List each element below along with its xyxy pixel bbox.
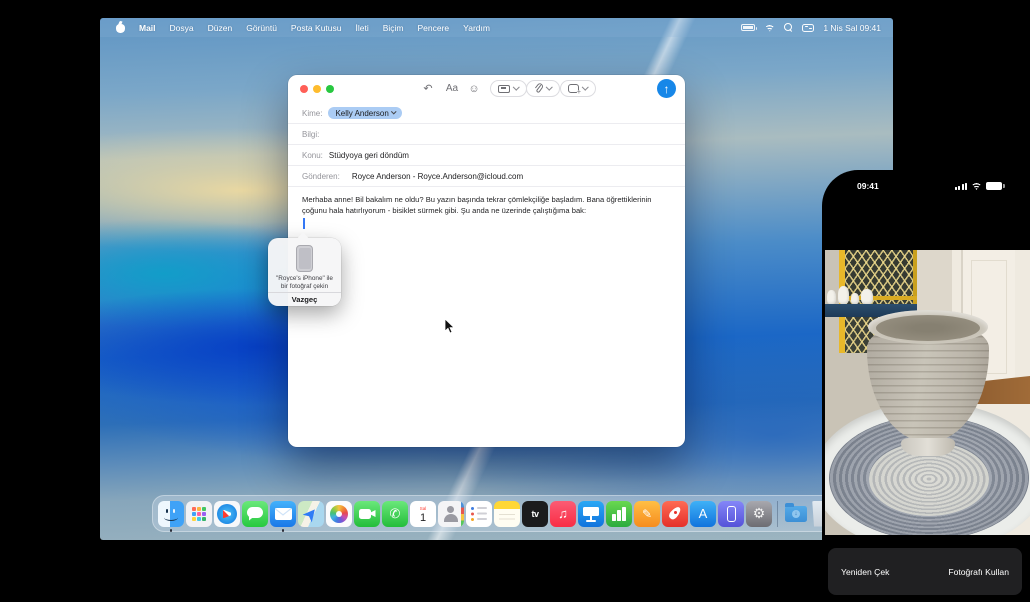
dock-pages-icon[interactable]: ✎ — [634, 501, 660, 527]
iphone-device: 09:41 Yeniden Çek F — [822, 170, 1030, 602]
dock-rocket-app-icon[interactable] — [662, 501, 688, 527]
undo-icon[interactable]: ↶ — [420, 81, 436, 97]
dock-app-store-icon[interactable]: A — [690, 501, 716, 527]
battery-icon — [986, 182, 1002, 190]
recipient-name: Kelly Anderson — [335, 109, 388, 118]
apple-menu-icon[interactable] — [116, 22, 125, 33]
to-field[interactable]: Kime: Kelly Anderson — [288, 103, 685, 124]
chevron-down-icon — [391, 109, 396, 114]
from-field[interactable]: Gönderen: Royce Anderson - Royce.Anderso… — [288, 166, 685, 187]
zoom-button[interactable] — [326, 85, 334, 93]
emoji-icon[interactable]: ☺ — [466, 81, 482, 97]
menu-bicim[interactable]: Biçim — [383, 23, 404, 33]
control-center-icon[interactable] — [802, 24, 814, 32]
menu-posta-kutusu[interactable]: Posta Kutusu — [291, 23, 342, 33]
cc-field[interactable]: Bilgi: — [288, 124, 685, 145]
iphone-icon — [296, 245, 313, 272]
battery-icon[interactable] — [741, 24, 755, 31]
dock-messages-icon[interactable] — [242, 501, 268, 527]
menu-dosya[interactable]: Dosya — [170, 23, 194, 33]
calendar-day: 1 — [420, 512, 426, 524]
header-fields-icon — [498, 85, 510, 93]
chevron-down-icon — [582, 84, 588, 90]
menu-ileti[interactable]: İleti — [355, 23, 368, 33]
desktop-composite: Mail Dosya Düzen Görüntü Posta Kutusu İl… — [0, 0, 1030, 602]
close-button[interactable] — [300, 85, 308, 93]
pottery-shelf-items — [825, 278, 881, 304]
menu-yardim[interactable]: Yardım — [463, 23, 490, 33]
menu-bar: Mail Dosya Düzen Görüntü Posta Kutusu İl… — [100, 18, 893, 37]
subject-label: Konu: — [302, 151, 323, 160]
menu-goruntu[interactable]: Görüntü — [246, 23, 277, 33]
dock-finder-icon[interactable] — [158, 501, 184, 527]
popover-line2: bir fotoğraf çekin — [268, 283, 341, 291]
paperclip-icon — [534, 83, 543, 94]
popover-text: "Royce's iPhone" ile bir fotoğraf çekin — [268, 275, 341, 291]
dock-iphone-mirroring-icon[interactable] — [718, 501, 744, 527]
insert-photo-icon — [568, 84, 579, 93]
dock-phone-icon[interactable]: ✆ — [382, 501, 408, 527]
dock-reminders-icon[interactable] — [466, 501, 492, 527]
from-label: Gönderen: — [302, 172, 340, 181]
popover-line1: "Royce's iPhone" ile — [268, 275, 341, 283]
header-fields-button[interactable] — [490, 80, 527, 97]
mail-compose-window: ↶ Aa ☺ ↑ — [288, 75, 685, 447]
camera-action-bar: Yeniden Çek Fotoğrafı Kullan — [828, 548, 1022, 595]
dock-launchpad-icon[interactable] — [186, 501, 212, 527]
menu-pencere[interactable]: Pencere — [418, 23, 450, 33]
wifi-icon[interactable] — [764, 24, 775, 32]
mouse-cursor — [444, 318, 455, 334]
iphone-clock: 09:41 — [857, 181, 879, 191]
dock-tv-icon[interactable]: tv — [522, 501, 548, 527]
format-button[interactable]: Aa — [444, 81, 460, 97]
use-photo-button[interactable]: Fotoğrafı Kullan — [948, 567, 1009, 577]
compose-toolbar: ↶ Aa ☺ ↑ — [288, 75, 685, 103]
menu-duzen[interactable]: Düzen — [208, 23, 233, 33]
dock-contacts-icon[interactable] — [438, 501, 464, 527]
wifi-icon — [971, 182, 982, 190]
dock: ✆ Sal 1 tv ♫ ✎ A ⚙ ↓ — [152, 495, 838, 532]
subject-field[interactable]: Konu: Stüdyoya geri döndüm — [288, 145, 685, 166]
from-value: Royce Anderson - Royce.Anderson@icloud.c… — [352, 172, 523, 181]
dock-numbers-icon[interactable] — [606, 501, 632, 527]
iphone-status-bar: 09:41 — [825, 180, 1030, 194]
recipient-token[interactable]: Kelly Anderson — [328, 107, 402, 119]
dock-maps-icon[interactable] — [298, 501, 324, 527]
cc-label: Bilgi: — [302, 130, 319, 139]
dock-music-icon[interactable]: ♫ — [550, 501, 576, 527]
clay-bowl — [867, 310, 989, 456]
text-caret — [303, 218, 305, 229]
dock-calendar-icon[interactable]: Sal 1 — [410, 501, 436, 527]
send-button[interactable]: ↑ — [657, 79, 676, 98]
search-icon[interactable] — [784, 23, 793, 32]
retake-button[interactable]: Yeniden Çek — [841, 567, 889, 577]
cancel-button[interactable]: Vazgeç — [268, 293, 341, 306]
menu-clock[interactable]: 1 Nis Sal 09:41 — [823, 23, 881, 33]
dock-safari-icon[interactable] — [214, 501, 240, 527]
to-label: Kime: — [302, 109, 322, 118]
dock-mail-icon[interactable] — [270, 501, 296, 527]
dock-facetime-icon[interactable] — [354, 501, 380, 527]
dock-keynote-icon[interactable] — [578, 501, 604, 527]
dock-system-settings-icon[interactable]: ⚙ — [746, 501, 772, 527]
cellular-signal-icon — [955, 182, 967, 190]
insert-media-button[interactable] — [560, 80, 596, 97]
minimize-button[interactable] — [313, 85, 321, 93]
dock-downloads-icon[interactable]: ↓ — [783, 501, 809, 527]
iphone-photo-popover: "Royce's iPhone" ile bir fotoğraf çekin … — [268, 238, 341, 306]
dock-notes-icon[interactable] — [494, 501, 520, 527]
dock-photos-icon[interactable] — [326, 501, 352, 527]
chevron-down-icon — [513, 84, 519, 90]
menu-app-name[interactable]: Mail — [139, 23, 156, 33]
camera-preview-pottery — [825, 250, 1030, 535]
chevron-down-icon — [546, 84, 552, 90]
dock-divider — [777, 501, 778, 527]
subject-value: Stüdyoya geri döndüm — [329, 151, 409, 160]
attach-button[interactable] — [526, 80, 560, 97]
message-body[interactable]: Merhaba anne! Bil bakalım ne oldu? Bu ya… — [302, 195, 671, 216]
mac-display: Mail Dosya Düzen Görüntü Posta Kutusu İl… — [100, 18, 893, 540]
